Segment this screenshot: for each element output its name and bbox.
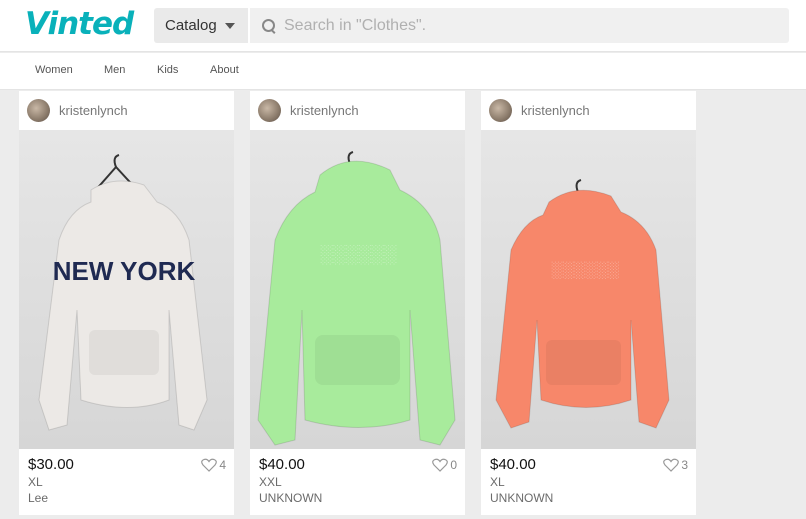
item-info: $40.00 XL UNKNOWN 3: [481, 449, 696, 505]
search-icon: [262, 18, 276, 33]
favorite-count: 4: [219, 458, 226, 472]
avatar[interactable]: [489, 99, 512, 122]
item-card[interactable]: kristenlynch NEW YORK $30.00 XL Lee 4: [19, 91, 234, 515]
seller-username[interactable]: kristenlynch: [290, 103, 359, 118]
item-card[interactable]: kristenlynch ░░░░░░ $40.00 XXL UNKNOWN 0: [250, 91, 465, 515]
top-header: Vinted Catalog: [0, 0, 806, 52]
seller-row[interactable]: kristenlynch: [250, 91, 465, 130]
item-card[interactable]: kristenlynch ░░░░░░ $40.00 XL UNKNOWN 3: [481, 91, 696, 515]
seller-row[interactable]: kristenlynch: [19, 91, 234, 130]
hoodie-print: NEW YORK: [53, 256, 196, 286]
search-input[interactable]: [284, 16, 764, 35]
catalog-label: Catalog: [165, 17, 217, 34]
item-info: $40.00 XXL UNKNOWN 0: [250, 449, 465, 505]
heart-icon: [663, 458, 680, 472]
heart-icon: [201, 458, 218, 472]
favorite-button[interactable]: 3: [663, 458, 688, 472]
nav-item-men[interactable]: Men: [104, 64, 125, 76]
seller-row[interactable]: kristenlynch: [481, 91, 696, 130]
nav-item-women[interactable]: Women: [35, 64, 73, 76]
seller-username[interactable]: kristenlynch: [59, 103, 128, 118]
item-brand: UNKNOWN: [490, 491, 554, 505]
item-size: XL: [490, 475, 505, 489]
chevron-down-icon: [224, 22, 235, 29]
hoodie-image: NEW YORK: [38, 154, 208, 431]
favorite-button[interactable]: 0: [432, 458, 457, 472]
favorite-button[interactable]: 4: [201, 458, 226, 472]
item-brand: UNKNOWN: [259, 491, 323, 505]
item-info: $30.00 XL Lee 4: [19, 449, 234, 505]
item-size: XXL: [259, 475, 282, 489]
avatar[interactable]: [27, 99, 50, 122]
heart-icon: [432, 458, 449, 472]
category-nav: Women Men Kids About: [0, 53, 806, 90]
search-bar: [250, 8, 789, 43]
item-photo[interactable]: ░░░░░░: [250, 130, 465, 449]
nav-item-kids[interactable]: Kids: [157, 64, 178, 76]
item-size: XL: [28, 475, 43, 489]
favorite-count: 0: [450, 458, 457, 472]
svg-text:░░░░░░: ░░░░░░: [551, 261, 620, 279]
catalog-dropdown[interactable]: Catalog: [154, 8, 248, 43]
nav-item-about[interactable]: About: [210, 64, 239, 76]
avatar[interactable]: [258, 99, 281, 122]
item-photo[interactable]: ░░░░░░: [481, 130, 696, 449]
hoodie-image: ░░░░░░: [495, 179, 670, 429]
favorite-count: 3: [681, 458, 688, 472]
svg-text:░░░░░░: ░░░░░░: [320, 244, 397, 265]
item-brand: Lee: [28, 491, 49, 505]
seller-username[interactable]: kristenlynch: [521, 103, 590, 118]
item-photo[interactable]: NEW YORK: [19, 130, 234, 449]
hoodie-image: ░░░░░░: [257, 151, 456, 446]
vinted-logo[interactable]: Vinted: [25, 6, 134, 42]
